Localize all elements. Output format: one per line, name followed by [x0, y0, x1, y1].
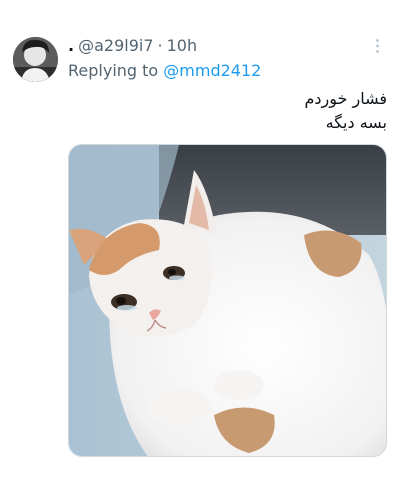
tweet-header: . @a29l9i7 · 10h — [68, 34, 197, 56]
timestamp[interactable]: 10h — [167, 36, 198, 55]
tweet[interactable]: . @a29l9i7 · 10h Replying to @mmd2412 فش… — [0, 0, 400, 500]
tweet-text-line-2: بسه دیگه — [325, 113, 387, 132]
user-handle[interactable]: @a29l9i7 — [78, 36, 153, 55]
display-name[interactable]: . — [68, 36, 74, 55]
separator: · — [157, 35, 163, 55]
tweet-text: فشار خوردم بسه دیگه — [87, 87, 387, 135]
avatar-image — [13, 37, 58, 82]
tweet-text-line-1: فشار خوردم — [304, 89, 387, 108]
tweet-media-image[interactable] — [68, 144, 387, 457]
avatar[interactable] — [13, 37, 58, 82]
crying-cat-image — [69, 145, 386, 456]
replying-to-line: Replying to @mmd2412 — [68, 61, 261, 80]
more-options-button[interactable] — [366, 34, 388, 56]
replying-to-label: Replying to — [68, 61, 159, 80]
reply-mention-link[interactable]: @mmd2412 — [163, 61, 261, 80]
more-vertical-icon — [375, 38, 379, 53]
